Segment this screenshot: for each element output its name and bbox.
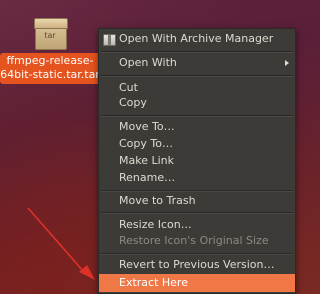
arrow-head [79,265,95,280]
arrow-shaft [27,207,85,273]
annotation-arrow-icon [27,207,95,280]
